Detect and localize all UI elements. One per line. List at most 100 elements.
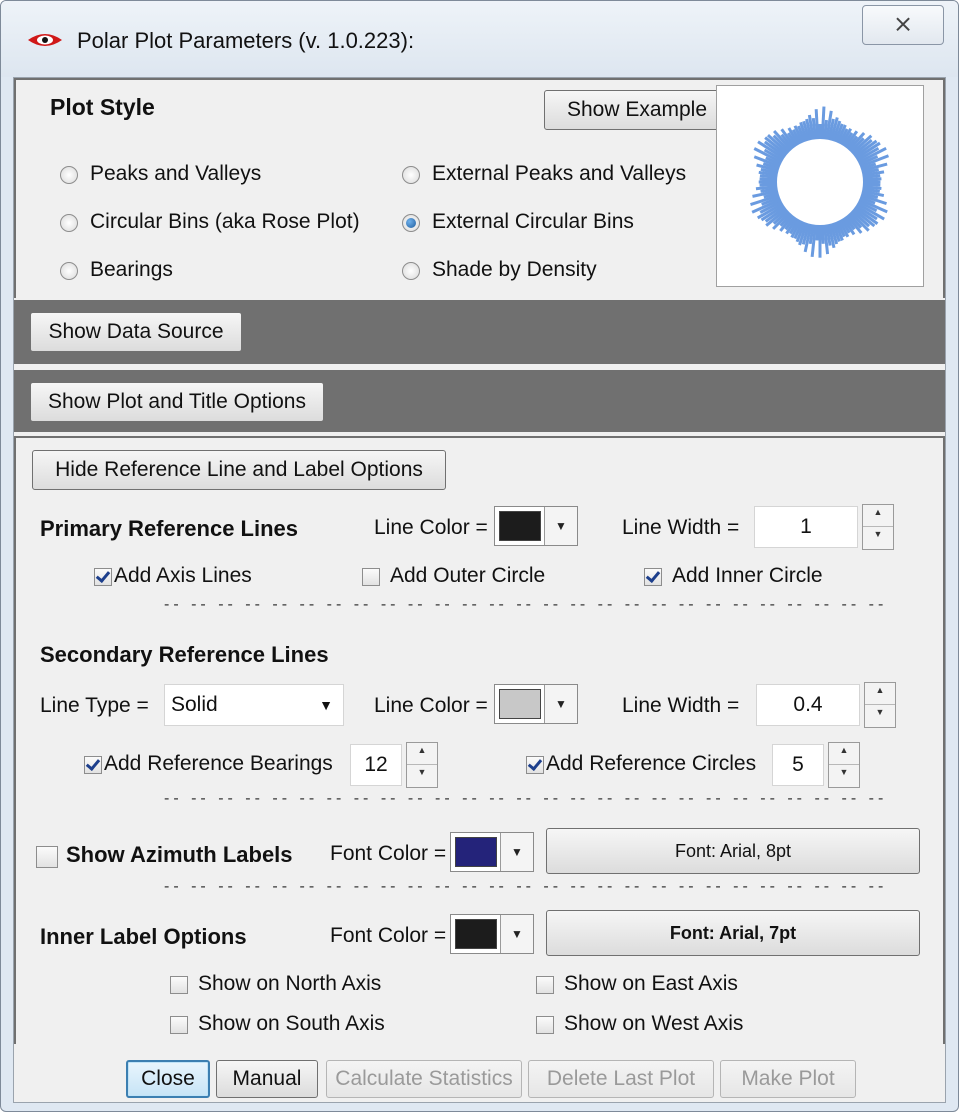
color-swatch — [455, 919, 497, 949]
preview-bin-bar — [820, 225, 825, 244]
radio-label[interactable]: External Peaks and Valleys — [432, 162, 686, 186]
show-west-axis-checkbox[interactable] — [536, 1016, 554, 1034]
checkbox-label[interactable]: Add Inner Circle — [672, 564, 823, 588]
secondary-line-width-label: Line Width = — [622, 694, 740, 717]
radio-bearings[interactable] — [60, 262, 78, 280]
delete-last-plot-button[interactable]: Delete Last Plot — [528, 1060, 714, 1098]
plot-style-section: Plot Style Show Example Peaks and Valley… — [14, 78, 945, 298]
spin-down-icon[interactable]: ▼ — [863, 527, 893, 549]
dropdown-arrow-icon[interactable]: ▼ — [544, 685, 577, 723]
secondary-line-color-label: Line Color = — [374, 694, 488, 717]
inner-font-color-picker[interactable]: ▼ — [450, 914, 534, 954]
show-north-axis-checkbox[interactable] — [170, 976, 188, 994]
reference-circles-spinner[interactable]: ▲ ▼ — [828, 742, 860, 788]
checkbox-label[interactable]: Show on West Axis — [564, 1012, 743, 1036]
preview-bin-bar — [863, 182, 881, 187]
azimuth-font-color-label: Font Color = — [330, 842, 447, 865]
close-window-button[interactable]: ⨯ — [862, 5, 944, 45]
spin-up-icon[interactable]: ▲ — [863, 505, 893, 527]
reference-bearings-spinner[interactable]: ▲ ▼ — [406, 742, 438, 788]
inner-font-color-label: Font Color = — [330, 924, 447, 947]
azimuth-font-color-picker[interactable]: ▼ — [450, 832, 534, 872]
plot-title-options-section: Show Plot and Title Options — [14, 368, 945, 434]
radio-label[interactable]: External Circular Bins — [432, 210, 634, 234]
radio-shade-by-density[interactable] — [402, 262, 420, 280]
dropdown-arrow-icon[interactable]: ▼ — [544, 507, 577, 545]
azimuth-font-button[interactable]: Font: Arial, 8pt — [546, 828, 920, 874]
spin-down-icon[interactable]: ▼ — [829, 765, 859, 787]
line-type-label: Line Type = — [40, 694, 149, 717]
chevron-down-icon: ▼ — [319, 697, 333, 713]
checkbox-label[interactable]: Show on East Axis — [564, 972, 738, 996]
plot-style-heading: Plot Style — [50, 94, 155, 120]
secondary-reference-heading: Secondary Reference Lines — [40, 642, 329, 667]
inner-font-button[interactable]: Font: Arial, 7pt — [546, 910, 920, 956]
checkbox-label[interactable]: Show on North Axis — [198, 972, 381, 996]
show-south-axis-checkbox[interactable] — [170, 1016, 188, 1034]
color-swatch — [499, 511, 541, 541]
preview-bin-bar — [759, 182, 777, 187]
spin-down-icon[interactable]: ▼ — [865, 705, 895, 727]
primary-reference-heading: Primary Reference Lines — [40, 516, 299, 541]
close-button[interactable]: Close — [126, 1060, 210, 1098]
show-azimuth-labels-checkbox[interactable] — [36, 846, 58, 868]
checkbox-label[interactable]: Add Reference Circles — [546, 752, 756, 776]
add-inner-circle-checkbox[interactable] — [644, 568, 662, 586]
checkbox-label[interactable]: Add Reference Bearings — [104, 752, 333, 776]
radio-external-peaks-valleys[interactable] — [402, 166, 420, 184]
primary-line-color-picker[interactable]: ▼ — [494, 506, 578, 546]
separator: -- -- -- -- -- -- -- -- -- -- -- -- -- -… — [164, 790, 888, 807]
spin-up-icon[interactable]: ▲ — [407, 743, 437, 765]
spin-up-icon[interactable]: ▲ — [829, 743, 859, 765]
show-example-button[interactable]: Show Example — [544, 90, 730, 130]
spin-down-icon[interactable]: ▼ — [407, 765, 437, 787]
preview-bin-bar — [863, 174, 881, 179]
primary-line-width-spinner[interactable]: ▲ ▼ — [862, 504, 894, 550]
inner-label-options-heading: Inner Label Options — [40, 924, 247, 949]
secondary-line-width-input[interactable]: 0.4 — [756, 684, 860, 726]
checkbox-label[interactable]: Add Axis Lines — [114, 564, 252, 588]
dropdown-arrow-icon[interactable]: ▼ — [500, 915, 533, 953]
data-source-section: Show Data Source — [14, 298, 945, 366]
secondary-line-color-picker[interactable]: ▼ — [494, 684, 578, 724]
preview-bin-bar — [811, 117, 817, 139]
reference-bearings-count-input[interactable]: 12 — [350, 744, 402, 786]
dialog-client-area: Plot Style Show Example Peaks and Valley… — [13, 77, 946, 1103]
radio-label[interactable]: Circular Bins (aka Rose Plot) — [90, 210, 360, 234]
show-azimuth-labels-label[interactable]: Show Azimuth Labels — [66, 842, 293, 868]
radio-label[interactable]: Peaks and Valleys — [90, 162, 261, 186]
manual-button[interactable]: Manual — [216, 1060, 318, 1098]
add-axis-lines-checkbox[interactable] — [94, 568, 112, 586]
preview-inner-circle — [775, 137, 865, 227]
add-reference-circles-checkbox[interactable] — [526, 756, 544, 774]
dropdown-arrow-icon[interactable]: ▼ — [500, 833, 533, 871]
show-east-axis-checkbox[interactable] — [536, 976, 554, 994]
polar-plot-thumbnail — [750, 106, 890, 258]
spin-up-icon[interactable]: ▲ — [865, 683, 895, 705]
primary-line-width-label: Line Width = — [622, 516, 740, 539]
line-type-select[interactable]: Solid ▼ — [164, 684, 344, 726]
secondary-line-width-spinner[interactable]: ▲ ▼ — [864, 682, 896, 728]
preview-bin-bar — [863, 177, 882, 182]
add-reference-bearings-checkbox[interactable] — [84, 756, 102, 774]
radio-external-circular-bins[interactable] — [402, 214, 420, 232]
checkbox-label[interactable]: Add Outer Circle — [390, 564, 545, 588]
preview-bin-bar — [814, 109, 820, 139]
radio-label[interactable]: Shade by Density — [432, 258, 597, 282]
radio-label[interactable]: Bearings — [90, 258, 173, 282]
make-plot-button[interactable]: Make Plot — [720, 1060, 856, 1098]
calculate-statistics-button[interactable]: Calculate Statistics — [326, 1060, 522, 1098]
polar-plot-dialog: Polar Plot Parameters (v. 1.0.223): ⨯ Pl… — [0, 0, 959, 1112]
title-bar[interactable]: Polar Plot Parameters (v. 1.0.223): ⨯ — [1, 1, 958, 77]
radio-peaks-valleys[interactable] — [60, 166, 78, 184]
primary-line-color-label: Line Color = — [374, 516, 488, 539]
add-outer-circle-checkbox[interactable] — [362, 568, 380, 586]
show-data-source-button[interactable]: Show Data Source — [30, 312, 242, 352]
radio-circular-bins[interactable] — [60, 214, 78, 232]
checkbox-label[interactable]: Show on South Axis — [198, 1012, 385, 1036]
primary-line-width-input[interactable]: 1 — [754, 506, 858, 548]
show-plot-title-options-button[interactable]: Show Plot and Title Options — [30, 382, 324, 422]
footer-button-bar: Close Manual Calculate Statistics Delete… — [14, 1044, 945, 1102]
reference-circles-count-input[interactable]: 5 — [772, 744, 824, 786]
hide-reference-options-button[interactable]: Hide Reference Line and Label Options — [32, 450, 446, 490]
